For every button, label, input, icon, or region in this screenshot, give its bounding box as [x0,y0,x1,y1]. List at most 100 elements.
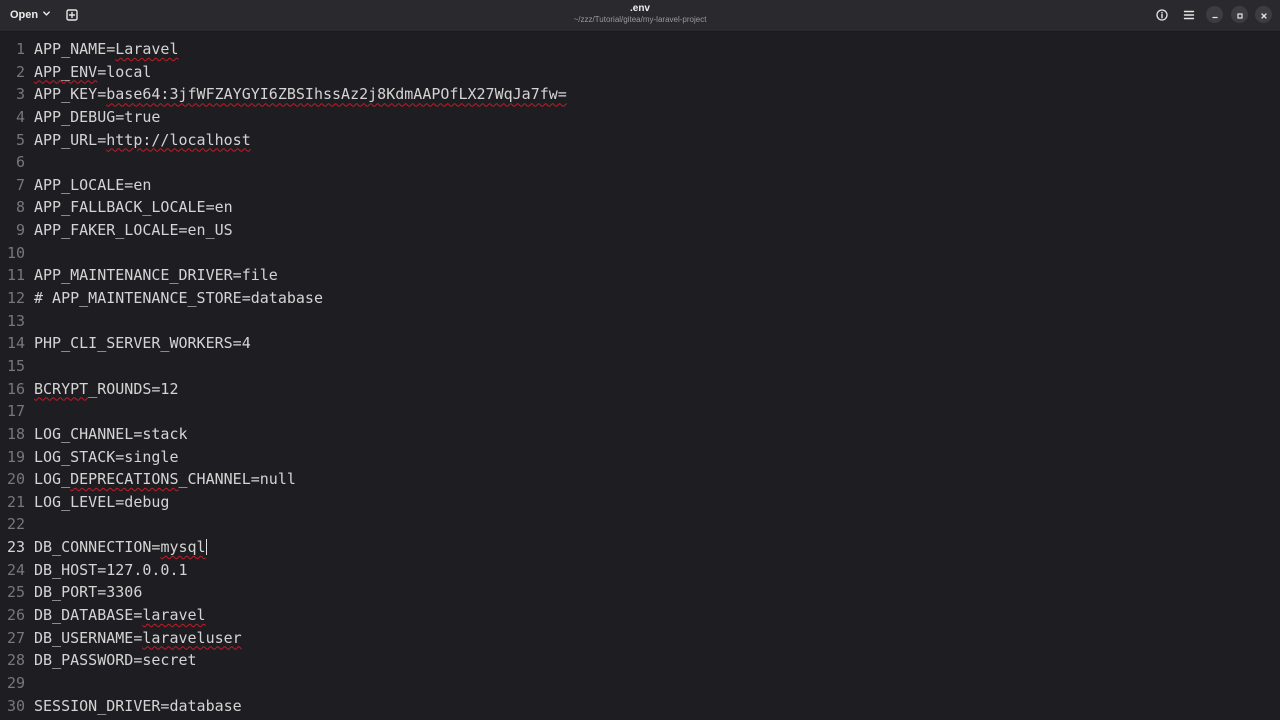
code-text: LOG_LEVEL=debug [34,492,170,511]
line-text: # APP_MAINTENANCE_STORE=database [34,287,323,310]
code-text: DB_CONNECTION= [34,538,161,557]
code-text: APP_KEY= [34,85,107,104]
editor-line[interactable]: 14 PHP_CLI_SERVER_WORKERS=4 [0,332,1280,355]
code-text: APP_MAINTENANCE_DRIVER=file [34,266,278,285]
code-text: DB_PASSWORD=secret [34,651,197,670]
document-properties-button[interactable] [1152,5,1172,25]
line-number: 19 [6,447,25,466]
line-number: 8 [15,198,25,217]
line-number: 9 [15,221,25,240]
editor-line[interactable]: 5 APP_URL=http://localhost [0,129,1280,152]
line-number: 12 [6,289,25,308]
line-text: BCRYPT_ROUNDS=12 [34,378,179,401]
editor-line[interactable]: 9 APP_FAKER_LOCALE=en_US [0,219,1280,242]
editor-line[interactable]: 7 APP_LOCALE=en [0,174,1280,197]
code-text: DB_PORT=3306 [34,583,143,602]
window-title: .env ~/zzz/Tutorial/gitea/my-laravel-pro… [440,3,840,25]
code-text: PHP_CLI_SERVER_WORKERS=4 [34,334,251,353]
header-bar: Open .env ~/zzz/Tutorial/gitea/my-larave… [0,0,1280,32]
editor-line[interactable]: 4 APP_DEBUG=true [0,106,1280,129]
editor-line[interactable]: 16 BCRYPT_ROUNDS=12 [0,378,1280,401]
code-text: APP_FALLBACK_LOCALE=en [34,198,233,217]
editor-line[interactable]: 11 APP_MAINTENANCE_DRIVER=file [0,264,1280,287]
line-text: APP_NAME=Laravel [34,38,179,61]
line-text: DB_HOST=127.0.0.1 [34,559,188,582]
file-path: ~/zzz/Tutorial/gitea/my-laravel-project [573,15,707,24]
editor-line[interactable]: 20 LOG_DEPRECATIONS_CHANNEL=null [0,468,1280,491]
code-text: LOG_CHANNEL=stack [34,424,188,443]
line-number: 23 [6,538,25,557]
code-text: _ROUNDS=12 [88,379,179,398]
code-text: SESSION_DRIVER=database [34,696,242,715]
line-number: 2 [15,62,25,81]
editor-line[interactable]: 25 DB_PORT=3306 [0,581,1280,604]
line-text: LOG_DEPRECATIONS_CHANNEL=null [34,468,296,491]
line-text: DB_USERNAME=laraveluser [34,627,242,650]
line-text: APP_ENV=local [34,61,151,84]
close-icon [1260,5,1268,24]
editor-line[interactable]: 28 DB_PASSWORD=secret [0,649,1280,672]
misspelled-word: base64:3jfWFZAYGYI6ZBSIhssAz2j8KdmAAPOfL… [106,85,567,104]
line-text: APP_URL=http://localhost [34,129,251,152]
line-number: 22 [6,515,25,534]
editor-line[interactable]: 27 DB_USERNAME=laraveluser [0,627,1280,650]
misspelled-word: mysql [160,538,206,557]
line-number: 25 [6,583,25,602]
open-button[interactable]: Open [4,3,57,27]
line-text: LOG_CHANNEL=stack [34,423,188,446]
open-button-label: Open [10,9,39,21]
close-button[interactable] [1255,6,1272,23]
minimize-button[interactable] [1206,6,1223,23]
misspelled-word: laraveluser [142,628,242,647]
line-number: 7 [15,175,25,194]
misspelled-word: DEPRECATIONS [70,470,179,489]
editor-line[interactable]: 26 DB_DATABASE=laravel [0,604,1280,627]
code-text: APP_URL= [34,130,107,149]
editor-line[interactable]: 30 SESSION_DRIVER=database [0,695,1280,718]
maximize-icon [1236,5,1244,24]
line-text: LOG_LEVEL=debug [34,491,169,514]
maximize-button[interactable] [1231,6,1248,23]
code-text: LOG_STACK=single [34,447,179,466]
line-number: 29 [6,673,25,692]
file-title: .env [629,3,650,14]
editor-line[interactable]: 23 DB_CONNECTION=mysql [0,536,1280,559]
new-tab-button[interactable] [60,3,84,27]
editor-line[interactable]: 17 [0,400,1280,423]
editor-line[interactable]: 21 LOG_LEVEL=debug [0,491,1280,514]
text-editor-area[interactable]: 1 APP_NAME=Laravel 2 APP_ENV=local 3 APP_KEY=… [0,38,1280,720]
editor-line[interactable]: 13 [0,310,1280,333]
line-text: APP_FAKER_LOCALE=en_US [34,219,233,242]
code-text: _CHANNEL=null [178,470,296,489]
line-number: 15 [6,356,25,375]
editor-line[interactable]: 8 APP_FALLBACK_LOCALE=en [0,196,1280,219]
main-menu-button[interactable] [1179,5,1199,25]
line-text: SESSION_DRIVER=database [34,695,242,718]
editor-line[interactable]: 15 [0,355,1280,378]
misspelled-word: laravel [142,606,206,625]
line-text: DB_PORT=3306 [34,581,142,604]
minimize-icon [1211,5,1219,24]
line-number: 21 [6,492,25,511]
editor-line[interactable]: 18 LOG_CHANNEL=stack [0,423,1280,446]
code-text: APP_DEBUG=true [34,107,161,126]
line-number: 20 [6,470,25,489]
editor-line[interactable]: 19 LOG_STACK=single [0,446,1280,469]
line-text: APP_KEY=base64:3jfWFZAYGYI6ZBSIhssAz2j8K… [34,83,567,106]
misspelled-word: APP_ENV [34,62,98,81]
line-text: PHP_CLI_SERVER_WORKERS=4 [34,332,251,355]
line-number: 27 [6,628,25,647]
editor-line[interactable]: 3 APP_KEY=base64:3jfWFZAYGYI6ZBSIhssAz2j8… [0,83,1280,106]
editor-line[interactable]: 6 [0,151,1280,174]
editor-line[interactable]: 22 [0,513,1280,536]
editor-line[interactable]: 10 [0,242,1280,265]
line-text: DB_DATABASE=laravel [34,604,206,627]
editor-line[interactable]: 12 # APP_MAINTENANCE_STORE=database [0,287,1280,310]
editor-line[interactable]: 29 [0,672,1280,695]
editor-line[interactable]: 24 DB_HOST=127.0.0.1 [0,559,1280,582]
editor-line[interactable]: 1 APP_NAME=Laravel [0,38,1280,61]
line-number: 26 [6,606,25,625]
line-number: 16 [6,379,25,398]
misspelled-word: Laravel [115,40,179,58]
editor-line[interactable]: 2 APP_ENV=local [0,61,1280,84]
